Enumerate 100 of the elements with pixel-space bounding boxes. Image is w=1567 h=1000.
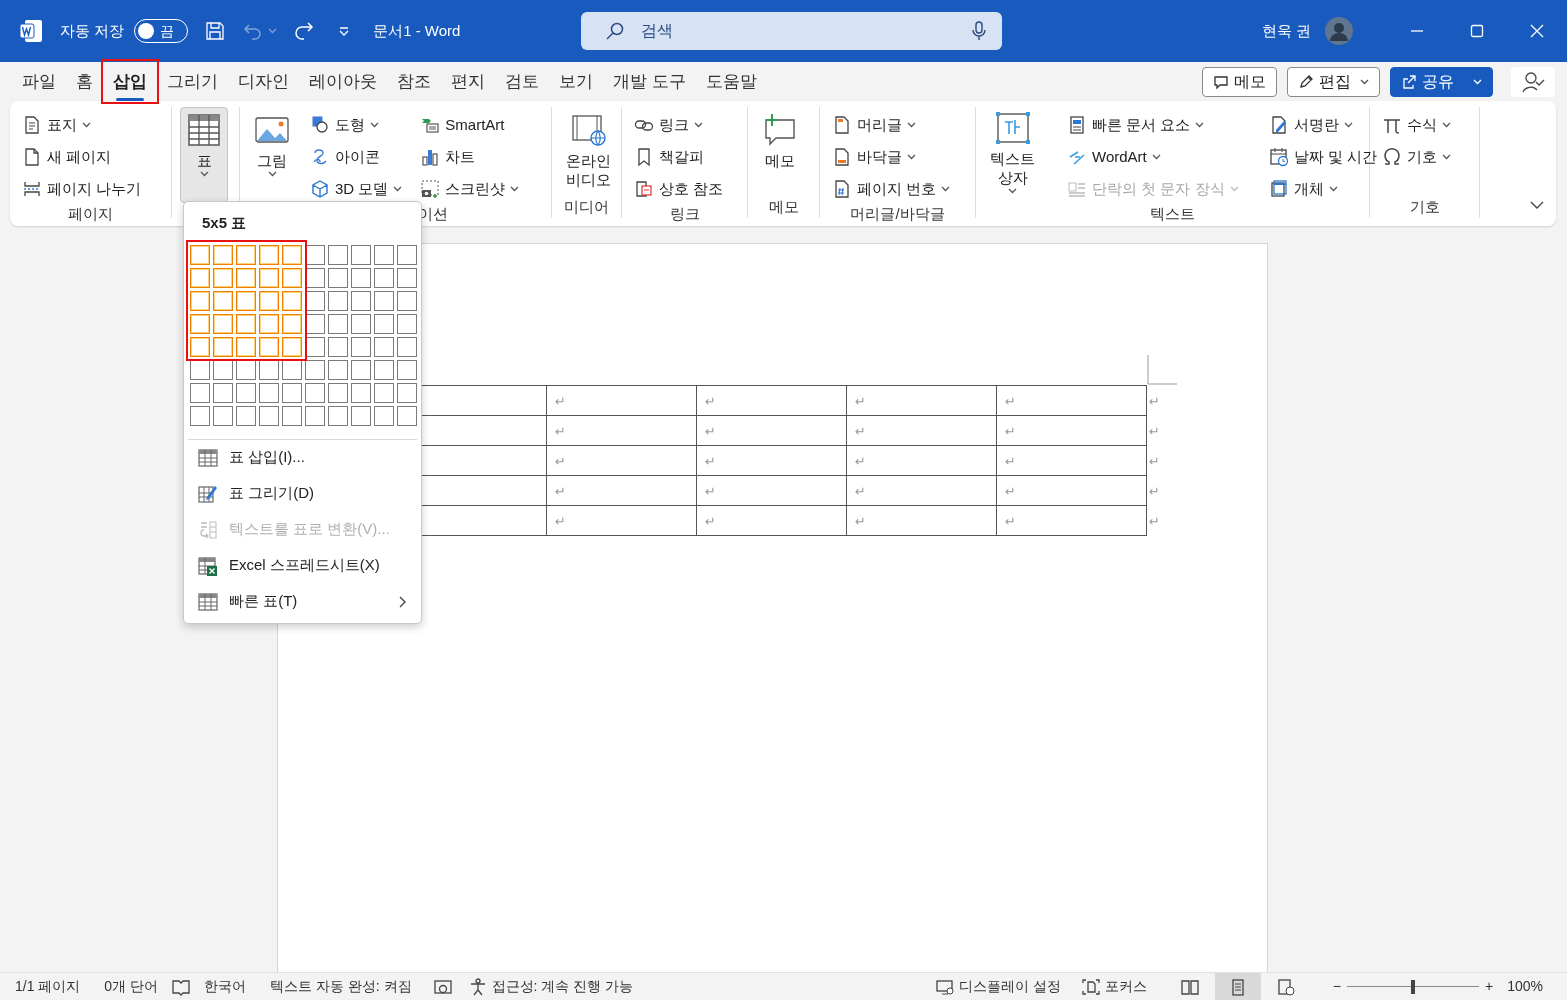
grid-cell[interactable] bbox=[213, 267, 233, 288]
save-button[interactable] bbox=[204, 20, 227, 42]
grid-cell[interactable] bbox=[259, 336, 279, 357]
grid-cell[interactable] bbox=[282, 267, 302, 288]
grid-cell[interactable] bbox=[374, 244, 394, 265]
grid-cell[interactable] bbox=[190, 313, 210, 334]
grid-cell[interactable] bbox=[190, 290, 210, 311]
grid-cell[interactable] bbox=[282, 359, 302, 380]
ribbon-tab[interactable]: 도움말 bbox=[695, 64, 767, 99]
grid-cell[interactable] bbox=[259, 382, 279, 403]
grid-cell[interactable] bbox=[305, 336, 325, 357]
ribbon-button[interactable]: 도형 bbox=[306, 111, 407, 139]
grid-cell[interactable] bbox=[282, 290, 302, 311]
grid-cell[interactable] bbox=[236, 382, 256, 403]
grid-cell[interactable] bbox=[236, 267, 256, 288]
menu-item[interactable]: 표 삽입(I)... bbox=[184, 439, 421, 476]
zoom-in-button[interactable]: + bbox=[1485, 976, 1494, 997]
grid-cell[interactable] bbox=[213, 336, 233, 357]
ribbon-button[interactable]: 그림 bbox=[248, 107, 296, 203]
grid-cell[interactable] bbox=[397, 382, 417, 403]
grid-cell[interactable] bbox=[236, 405, 256, 426]
ribbon-button[interactable]: 링크 bbox=[630, 111, 728, 139]
ribbon-button[interactable]: 표 bbox=[180, 107, 228, 203]
grid-cell[interactable] bbox=[213, 290, 233, 311]
grid-cell[interactable] bbox=[259, 313, 279, 334]
ribbon-button[interactable]: 페이지 나누기 bbox=[18, 175, 146, 203]
grid-cell[interactable] bbox=[213, 382, 233, 403]
grid-cell[interactable] bbox=[328, 290, 348, 311]
grid-cell[interactable] bbox=[259, 244, 279, 265]
ribbon-button[interactable]: 바닥글 bbox=[828, 143, 955, 171]
grid-cell[interactable] bbox=[259, 405, 279, 426]
grid-cell[interactable] bbox=[305, 359, 325, 380]
ribbon-tab[interactable]: 레이아웃 bbox=[299, 64, 387, 99]
grid-cell[interactable] bbox=[213, 313, 233, 334]
ribbon-tab[interactable]: 검토 bbox=[495, 64, 549, 99]
ribbon-button[interactable]: WordArt bbox=[1063, 143, 1243, 171]
grid-cell[interactable] bbox=[259, 359, 279, 380]
grid-cell[interactable] bbox=[305, 290, 325, 311]
grid-cell[interactable] bbox=[190, 382, 210, 403]
ribbon-tab[interactable]: 그리기 bbox=[157, 64, 228, 99]
grid-cell[interactable] bbox=[374, 382, 394, 403]
ribbon-button[interactable]: 3D 모델 bbox=[306, 175, 407, 203]
display-settings-button[interactable]: 디스플레이 설정 bbox=[934, 976, 1061, 997]
grid-cell[interactable] bbox=[328, 382, 348, 403]
grid-cell[interactable] bbox=[190, 405, 210, 426]
grid-cell[interactable] bbox=[282, 313, 302, 334]
grid-cell[interactable] bbox=[397, 244, 417, 265]
customize-button[interactable] bbox=[339, 26, 350, 36]
grid-cell[interactable] bbox=[328, 359, 348, 380]
grid-cell[interactable] bbox=[374, 336, 394, 357]
grid-cell[interactable] bbox=[236, 244, 256, 265]
ribbon-button[interactable]: SmartArt bbox=[416, 111, 524, 139]
ribbon-button[interactable]: 페이지 번호 bbox=[828, 175, 955, 203]
print-layout-button[interactable] bbox=[1214, 972, 1261, 1000]
grid-cell[interactable] bbox=[282, 336, 302, 357]
ribbon-tab[interactable]: 삽입 bbox=[103, 61, 157, 102]
ribbon-tab[interactable]: 참조 bbox=[387, 64, 441, 99]
ribbon-tab[interactable]: 편지 bbox=[441, 64, 495, 99]
zoom-out-button[interactable]: − bbox=[1332, 976, 1341, 997]
grid-cell[interactable] bbox=[236, 359, 256, 380]
ribbon-tab[interactable]: 파일 bbox=[12, 64, 66, 99]
ribbon-button[interactable]: 빠른 문서 요소 bbox=[1063, 111, 1243, 139]
ribbon-button[interactable]: 수식 bbox=[1378, 111, 1455, 139]
grid-cell[interactable] bbox=[328, 336, 348, 357]
ribbon-button[interactable]: 개체 bbox=[1264, 175, 1381, 203]
ribbon-button[interactable]: 텍스트 상자 bbox=[984, 107, 1041, 203]
grid-cell[interactable] bbox=[305, 267, 325, 288]
grid-cell[interactable] bbox=[374, 267, 394, 288]
menu-item[interactable]: 표 그리기(D) bbox=[184, 475, 421, 512]
grid-cell[interactable] bbox=[328, 405, 348, 426]
grid-cell[interactable] bbox=[213, 359, 233, 380]
accessibility-button[interactable]: 접근성: 계속 진행 가능 bbox=[467, 976, 634, 997]
focus-button[interactable]: 포커스 bbox=[1080, 976, 1147, 997]
grid-cell[interactable] bbox=[351, 405, 371, 426]
grid-cell[interactable] bbox=[397, 313, 417, 334]
ribbon-button[interactable]: 상호 참조 bbox=[630, 175, 728, 203]
redo-button[interactable] bbox=[293, 20, 316, 42]
grid-cell[interactable] bbox=[328, 313, 348, 334]
grid-cell[interactable] bbox=[351, 359, 371, 380]
grid-cell[interactable] bbox=[190, 267, 210, 288]
grid-cell[interactable] bbox=[305, 313, 325, 334]
ribbon-action-button[interactable]: 공유 bbox=[1390, 66, 1493, 97]
grid-cell[interactable] bbox=[259, 290, 279, 311]
grid-cell[interactable] bbox=[351, 313, 371, 334]
grid-cell[interactable] bbox=[190, 359, 210, 380]
ribbon-button[interactable]: 스크린샷 bbox=[416, 175, 524, 203]
grid-cell[interactable] bbox=[282, 244, 302, 265]
grid-cell[interactable] bbox=[282, 405, 302, 426]
grid-cell[interactable] bbox=[351, 336, 371, 357]
grid-cell[interactable] bbox=[236, 313, 256, 334]
grid-cell[interactable] bbox=[351, 290, 371, 311]
ribbon-action-button[interactable]: 편집 bbox=[1287, 66, 1380, 97]
ribbon-button[interactable]: 아이콘 bbox=[306, 143, 407, 171]
ribbon-button[interactable]: 머리글 bbox=[828, 111, 955, 139]
search-bar[interactable]: 검색 bbox=[580, 12, 1002, 50]
grid-cell[interactable] bbox=[351, 244, 371, 265]
ribbon-button[interactable]: 메모 bbox=[756, 107, 804, 196]
ribbon-tab[interactable]: 디자인 bbox=[228, 64, 299, 99]
grid-cell[interactable] bbox=[351, 382, 371, 403]
grid-cell[interactable] bbox=[282, 382, 302, 403]
